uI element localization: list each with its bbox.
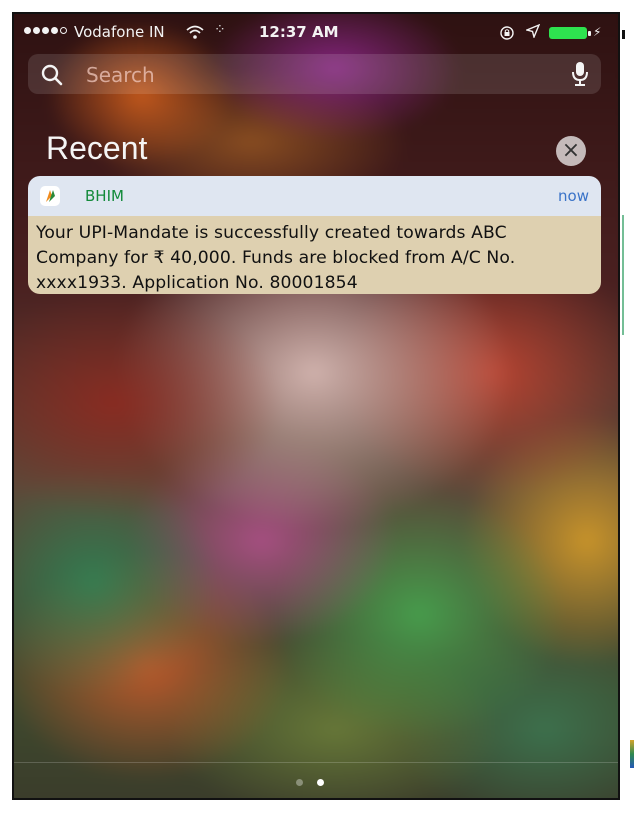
recent-heading: Recent [46,130,148,166]
notification-body[interactable]: Your UPI-Mandate is successfully created… [28,216,601,294]
bhim-app-icon [40,186,60,206]
search-icon [40,63,64,91]
page-dot [296,779,303,786]
notification-app-name: BHIM [85,187,124,205]
search-placeholder: Search [86,63,155,87]
edge-mark [622,215,624,335]
status-time: 12:37 AM [259,23,339,41]
wifi-icon [186,25,204,43]
notification-time: now [558,187,589,205]
dock-divider [14,762,618,763]
orientation-lock-icon [499,25,515,45]
mic-icon[interactable] [571,61,589,91]
search-bar[interactable]: Search [28,54,601,94]
page-dot-current [317,779,324,786]
edge-mark [630,740,634,768]
battery-icon: ⚡ [549,25,601,39]
page-indicator[interactable] [296,779,336,789]
carrier-name: Vodafone IN [74,23,165,41]
location-arrow-icon [524,23,541,42]
edge-mark [622,30,625,39]
notification-header[interactable]: BHIM now [28,176,601,216]
signal-strength-icon [24,27,67,34]
clear-recent-button[interactable]: × [556,136,586,166]
status-bar: Vodafone IN ⁘ 12:37 AM ⚡ [14,14,618,54]
phone-screen: Vodafone IN ⁘ 12:37 AM ⚡ Search Recent ×… [12,12,620,800]
network-activity-icon: ⁘ [214,22,226,38]
